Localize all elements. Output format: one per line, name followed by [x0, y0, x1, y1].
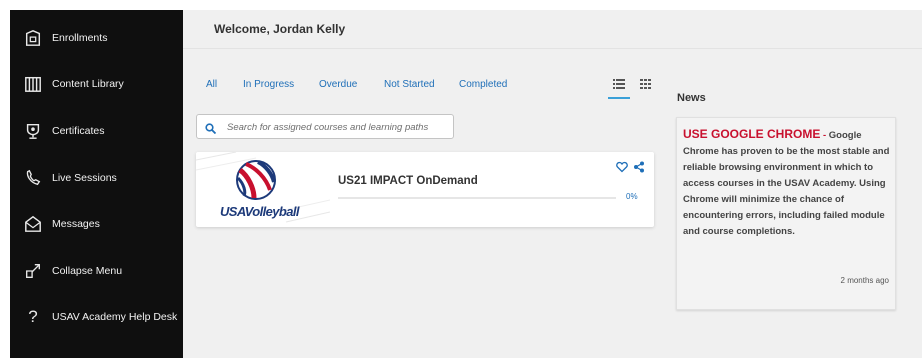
course-title[interactable]: US21 IMPACT OnDemand [338, 175, 478, 187]
news-dash: - [820, 130, 829, 141]
progress-percent: 0% [626, 192, 638, 201]
help-icon: ? [28, 307, 38, 326]
grid-view-icon[interactable] [638, 77, 652, 91]
sidebar-item-label: Enrollments [52, 32, 108, 44]
favorite-heart-icon[interactable] [616, 160, 628, 173]
news-title: News [677, 92, 706, 104]
logo-wordmark: USAVolleyball [220, 204, 299, 219]
live-sessions-icon [23, 168, 43, 188]
tab-completed[interactable]: Completed [459, 79, 507, 90]
sidebar: Enrollments Content Library Certificates… [10, 10, 183, 358]
active-view-indicator [608, 97, 630, 99]
messages-icon [23, 214, 43, 234]
content-library-icon [23, 74, 43, 94]
page-title: Welcome, Jordan Kelly [214, 22, 346, 36]
main-content: Welcome, Jordan Kelly All In Progress Ov… [183, 10, 922, 358]
sidebar-item-label: Content Library [52, 78, 124, 90]
sidebar-item-enrollments[interactable]: Enrollments [10, 23, 183, 53]
tab-in-progress[interactable]: In Progress [243, 79, 294, 90]
sidebar-item-label: Collapse Menu [52, 265, 123, 277]
search-placeholder: Search for assigned courses and learning… [227, 122, 429, 133]
sidebar-item-messages[interactable]: Messages [10, 209, 183, 239]
sidebar-item-label: Certificates [52, 125, 105, 137]
progress-bar [338, 197, 616, 199]
news-body: USE GOOGLE CHROME - Google Chrome has pr… [683, 126, 894, 240]
enrollments-icon [23, 28, 43, 48]
tab-all[interactable]: All [206, 79, 217, 90]
share-icon[interactable] [633, 160, 645, 173]
sidebar-item-collapse-menu[interactable]: Collapse Menu [10, 256, 183, 286]
news-timestamp: 2 months ago [840, 276, 889, 285]
sidebar-item-content-library[interactable]: Content Library [10, 69, 183, 99]
sidebar-item-live-sessions[interactable]: Live Sessions [10, 163, 183, 193]
sidebar-item-label: USAV Academy Help Desk [52, 311, 178, 323]
search-input[interactable]: Search for assigned courses and learning… [196, 114, 454, 139]
tab-not-started[interactable]: Not Started [384, 79, 435, 90]
sidebar-item-label: Live Sessions [52, 172, 117, 184]
sidebar-item-label: Messages [52, 218, 100, 230]
news-text: Google Chrome has proven to be the most … [683, 130, 890, 237]
search-icon [205, 121, 217, 135]
news-card: USE GOOGLE CHROME - Google Chrome has pr… [676, 117, 896, 310]
news-headline: USE GOOGLE CHROME [683, 127, 821, 141]
tab-overdue[interactable]: Overdue [319, 79, 357, 90]
certificates-icon [23, 121, 43, 141]
welcome-bar: Welcome, Jordan Kelly [183, 10, 922, 49]
sidebar-item-help-desk[interactable]: ? USAV Academy Help Desk [10, 302, 183, 332]
course-card[interactable]: USAVolleyball US21 IMPACT OnDemand 0% [196, 152, 654, 227]
list-view-icon[interactable] [612, 77, 626, 91]
collapse-icon [23, 261, 43, 281]
sidebar-item-certificates[interactable]: Certificates [10, 116, 183, 146]
